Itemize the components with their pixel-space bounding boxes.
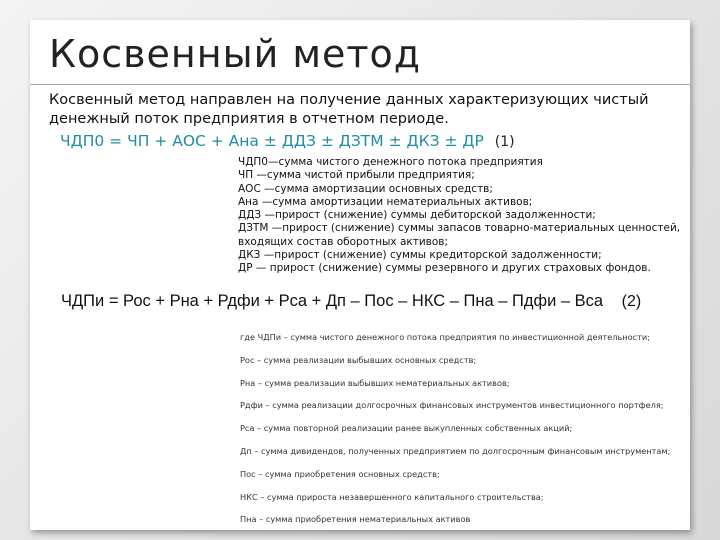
- legend-2-line: где ЧДПи – сумма чистого денежного поток…: [240, 332, 651, 342]
- intro-paragraph: Косвенный метод направлен на получение д…: [49, 92, 649, 127]
- formula-2-legend: где ЧДПи – сумма чистого денежного поток…: [240, 326, 670, 531]
- legend-1-line: ДКЗ —прирост (снижение) суммы кредиторск…: [238, 249, 602, 262]
- legend-2-line: Пна – сумма приобретения нематериальных …: [240, 514, 471, 525]
- title-bar: Косвенный метод: [30, 20, 690, 85]
- legend-1-line: ЧП —сумма чистой прибыли предприятия;: [238, 169, 475, 182]
- legend-1-line: Ана —сумма амортизации нематериальных ак…: [238, 195, 533, 208]
- slide: Косвенный метод Косвенный метод направле…: [30, 20, 690, 530]
- legend-1-line: АОС —сумма амортизации основных средств;: [238, 182, 493, 195]
- legend-1-line: ЧДП0—сумма чистого денежного потока пред…: [238, 156, 543, 168]
- legend-2-line: Рос – сумма реализации выбывших основных…: [240, 354, 477, 365]
- legend-2-line: Дп – сумма дивидендов, полученных предпр…: [240, 445, 670, 456]
- formula-1: ЧДП0 = ЧП + АОС + Ана ± ДДЗ ± ДЗТМ ± ДКЗ…: [60, 132, 515, 150]
- legend-2-line: НКС – сумма прироста незавершенного капи…: [240, 491, 544, 502]
- legend-1-line: ДЗТМ —прирост (снижение) суммы запасов т…: [238, 222, 681, 248]
- formula-1-number: (1): [494, 134, 515, 150]
- slide-background: Косвенный метод Косвенный метод направле…: [0, 0, 720, 540]
- formula-1-legend: ЧДП0—сумма чистого денежного потока пред…: [238, 156, 688, 276]
- formula-2-expression: ЧДПи = Рос + Рна + Рдфи + Рса + Дп – Пос…: [61, 292, 604, 310]
- legend-2-line: Пос – сумма приобретения основных средст…: [240, 468, 440, 479]
- formula-2: ЧДПи = Рос + Рна + Рдфи + Рса + Дп – Пос…: [61, 292, 641, 311]
- legend-2-line: Рса – сумма повторной реализации ранее в…: [240, 423, 573, 434]
- formula-2-number: (2): [621, 293, 642, 310]
- legend-2-line: Рдфи – сумма реализации долгосрочных фин…: [240, 400, 664, 411]
- formula-1-expression: ЧДП0 = ЧП + АОС + Ана ± ДДЗ ± ДЗТМ ± ДКЗ…: [60, 132, 484, 150]
- legend-2-line: Рна – сумма реализации выбывших нематери…: [240, 377, 510, 388]
- slide-title: Косвенный метод: [49, 32, 422, 76]
- legend-1-line: ДР — прирост (снижение) суммы резервного…: [238, 262, 651, 275]
- legend-1-line: ДДЗ —прирост (снижение) суммы дебиторско…: [238, 209, 596, 222]
